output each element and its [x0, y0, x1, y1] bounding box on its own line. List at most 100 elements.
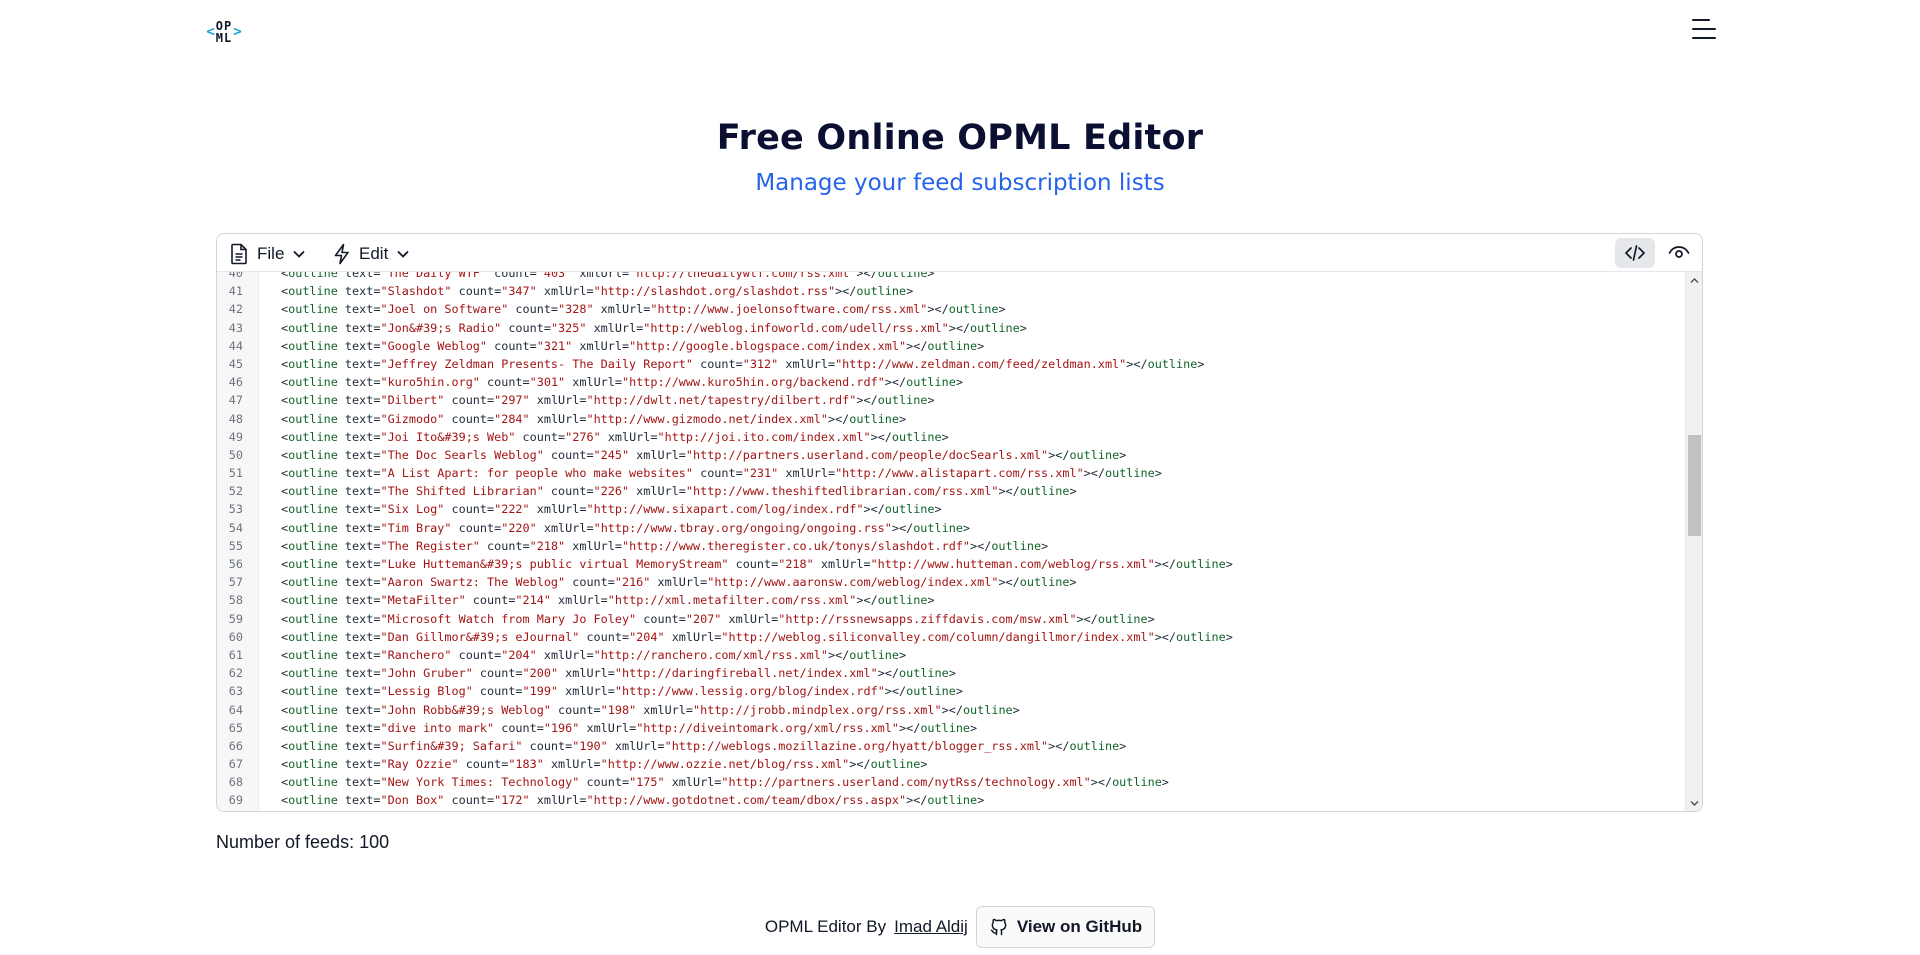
code-line-source: <outline text="Six Log" count="222" xmlU…	[259, 500, 942, 518]
code-line: 64 <outline text="John Robb&#39;s Weblog"…	[217, 701, 1687, 719]
feed-title: Aaron Swartz: The Weblog	[387, 575, 559, 590]
feed-title: The Shifted Librarian	[387, 484, 537, 499]
punct: ></	[1083, 466, 1105, 481]
hamburger-menu-icon[interactable]	[1688, 16, 1718, 42]
xml-attr: count=	[494, 720, 544, 735]
punct: ></	[1090, 775, 1113, 790]
feed-count-value: 347	[508, 284, 530, 299]
opml-logo[interactable]: < OP ML >	[203, 17, 245, 47]
punct: >	[1041, 538, 1049, 553]
xml-attr: xmlUrl=	[813, 557, 871, 571]
code-area[interactable]: 40 <outline text="The Daily WTF" count="4…	[217, 272, 1687, 811]
scroll-up-arrow-icon[interactable]	[1690, 276, 1699, 285]
xml-string: "	[586, 793, 594, 808]
xml-attr: xmlUrl=	[550, 593, 608, 608]
line-number: 63	[228, 684, 243, 699]
edit-menu[interactable]: Edit	[333, 241, 410, 267]
xml-tag: outline	[1069, 447, 1120, 462]
preview-button[interactable]	[1659, 238, 1699, 268]
file-menu[interactable]: File	[229, 241, 306, 267]
xml-attr: count=	[458, 757, 509, 772]
xml-string: "	[593, 647, 601, 662]
punct: >	[927, 393, 935, 408]
code-line-source: <outline text="Jon&#39;s Radio" count="3…	[259, 319, 1027, 337]
xml-attr: text=	[337, 356, 381, 371]
view-on-github-button[interactable]: View on GitHub	[975, 906, 1156, 948]
author-link[interactable]: Imad Aldij	[894, 917, 968, 937]
feed-url: http://rssnewsapps.ziffdavis.com/msw.xml	[785, 611, 1070, 626]
xml-tag: outline	[288, 629, 338, 644]
punct: >	[1147, 611, 1155, 626]
code-line: 41 <outline text="Slashdot" count="347" x…	[217, 282, 1687, 300]
xml-string: "	[721, 775, 729, 790]
xml-tag: outline	[288, 272, 338, 280]
feed-count-value: 328	[565, 302, 587, 317]
code-line: 42 <outline text="Joel on Software" count…	[217, 300, 1687, 318]
footer-by-text: OPML Editor By	[764, 917, 887, 936]
xml-tag: outline	[288, 411, 338, 426]
xml-string: "	[444, 284, 452, 299]
code-line: 46 <outline text="kuro5hin.org" count="30…	[217, 373, 1687, 391]
xml-string: "	[1147, 557, 1155, 571]
scrollbar-thumb[interactable]	[1688, 435, 1701, 536]
xml-attr: text=	[337, 393, 381, 408]
feed-title: Gizmodo	[387, 411, 438, 426]
xml-string: "	[458, 593, 466, 608]
xml-string: "	[380, 775, 388, 790]
xml-attr: xmlUrl=	[593, 302, 651, 317]
code-line-source: <outline text="Joel on Software" count="…	[259, 300, 1006, 318]
punct: >	[955, 684, 963, 699]
punct: ></	[998, 484, 1020, 499]
feed-url: http://www.kuro5hin.org/backend.rdf	[629, 375, 878, 390]
feed-title: John Gruber	[387, 666, 466, 681]
xml-string: "	[536, 484, 544, 499]
xml-attr: count=	[472, 666, 523, 681]
xml-string: "	[529, 538, 537, 553]
xml-attr: xmlUrl=	[529, 793, 587, 808]
code-line: 45 <outline text="Jeffrey Zeldman Present…	[217, 355, 1687, 373]
punct: >	[977, 793, 985, 808]
xml-string: "	[522, 411, 530, 426]
xml-string: "	[593, 484, 601, 499]
xml-attr: count=	[579, 775, 630, 790]
editor-scrollbar[interactable]	[1685, 272, 1702, 811]
xml-tag: outline	[849, 411, 899, 426]
xml-attr: text=	[337, 447, 381, 462]
xml-attr: text=	[337, 272, 381, 280]
xml-attr: text=	[337, 320, 381, 335]
punct: ></	[998, 575, 1020, 590]
code-line: 62 <outline text="John Gruber" count="200…	[217, 664, 1687, 682]
page-title: Free Online OPML Editor	[716, 118, 1204, 158]
xml-string: "	[664, 738, 672, 753]
punct: ></	[856, 393, 878, 408]
feed-count-value: 301	[536, 375, 559, 390]
xml-tag: outline	[1097, 611, 1148, 626]
punct: >	[1225, 629, 1233, 644]
xml-attr: xmlUrl=	[536, 520, 594, 535]
xml-tag: outline	[927, 338, 978, 353]
xml-string: "	[721, 629, 729, 644]
code-line-source: <outline text="Google Weblog" count="321…	[259, 337, 984, 355]
xml-attr: count=	[508, 302, 559, 317]
punct: ></	[835, 284, 857, 299]
xml-string: "	[600, 738, 608, 753]
edit-menu-label: Edit	[359, 244, 389, 263]
xml-attr: count=	[444, 793, 495, 808]
code-line-source: <outline text="John Robb&#39;s Weblog" c…	[259, 701, 1020, 719]
scroll-down-arrow-icon[interactable]	[1690, 799, 1699, 808]
xml-string: "	[550, 684, 559, 699]
code-view-button[interactable]	[1615, 238, 1655, 268]
xml-string: "	[742, 466, 750, 481]
xml-string: "	[614, 575, 622, 590]
xml-tag: outline	[288, 338, 338, 353]
feed-count-value: 218	[536, 538, 559, 553]
xml-attr: count=	[479, 538, 530, 553]
feed-url: http://jrobb.mindplex.org/rss.xml	[700, 702, 935, 717]
xml-tag: outline	[288, 593, 338, 608]
xml-string: "	[536, 757, 544, 772]
feed-title: Google Weblog	[387, 338, 480, 353]
xml-attr: text=	[337, 375, 381, 390]
xml-string: "	[685, 447, 694, 462]
feed-count-value: 190	[579, 738, 601, 753]
punct: ></	[827, 647, 850, 662]
